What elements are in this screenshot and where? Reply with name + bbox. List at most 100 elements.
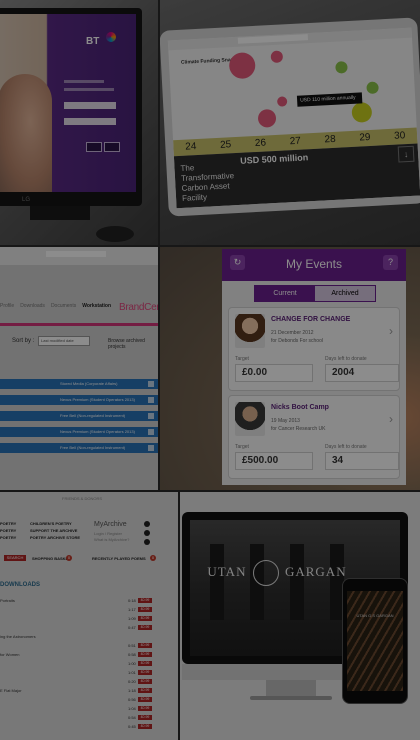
project-row[interactable]: Stored Media (Corporate Affairs)	[0, 379, 158, 389]
browse-archived-link[interactable]: Browse archived projects	[108, 338, 158, 350]
day-label[interactable]: 30	[382, 128, 418, 146]
tab-current[interactable]: Current	[255, 286, 315, 301]
tablet-screen: Climate Funding Snapshot USD 110 million…	[167, 27, 420, 209]
event-card[interactable]: Nicks Boot Camp 19 May 2013 for Cancer R…	[228, 395, 400, 479]
nav-profile[interactable]: Profile	[0, 303, 14, 309]
buy-track-button[interactable]: £0.99	[138, 598, 152, 603]
nav-column: CHILDREN'S POETRY SUPPORT THE ARCHIVE PO…	[30, 520, 80, 541]
day-label[interactable]: 25	[208, 137, 244, 155]
track-title[interactable]: ing the Astronomers	[0, 634, 36, 639]
what-is-myarchive-link[interactable]: What is MyArchive?	[94, 537, 129, 543]
data-bubble[interactable]	[351, 101, 373, 123]
sort-select[interactable]: Last modified date	[38, 336, 90, 346]
day-label[interactable]: 29	[347, 129, 383, 147]
row-label: Free Bell (Non-regulated Instrument)	[60, 445, 126, 450]
facebook-icon[interactable]	[144, 521, 150, 527]
arrow-down-icon[interactable]: ↓	[397, 145, 415, 163]
nav-downloads[interactable]: Downloads	[20, 303, 45, 309]
chevron-right-icon[interactable]: ›	[389, 324, 393, 338]
project-row[interactable]: Nexus Premium (Student Operators 2013)	[0, 395, 158, 405]
buy-track-button[interactable]: £0.99	[138, 607, 152, 612]
nav-item[interactable]: CHILDREN'S POETRY	[30, 520, 80, 527]
event-charity: for Cancer Research UK	[271, 426, 326, 432]
page-title: My Events	[285, 257, 342, 271]
data-bubble[interactable]	[257, 108, 277, 128]
url-field[interactable]	[46, 251, 106, 257]
track-title[interactable]: for Women	[0, 652, 20, 657]
myarchive-title[interactable]: MyArchive	[94, 521, 127, 528]
buy-track-button[interactable]: £0.99	[138, 688, 152, 693]
target-value: £500.00	[235, 452, 313, 470]
track-duration: 0:51	[128, 643, 136, 648]
recently-played-link[interactable]: RECENTLY PLAYED POEMS	[92, 556, 146, 561]
data-bubble[interactable]	[335, 61, 348, 74]
search-button[interactable]: SEARCH	[4, 555, 26, 561]
bt-monitor-tile: BT LG	[0, 0, 158, 245]
project-row[interactable]: Nexus Premium (Student Operators 2013)	[0, 427, 158, 437]
day-label[interactable]: 26	[243, 135, 279, 153]
project-row[interactable]: Free Bell (Non-regulated Instrument)	[0, 443, 158, 453]
nav-item[interactable]: SUPPORT THE ARCHIVE	[30, 527, 80, 534]
browser-bar	[0, 247, 158, 265]
bt-logo-icon	[106, 32, 116, 42]
event-card[interactable]: CHANGE FOR CHANGE 21 December 2012 for D…	[228, 307, 400, 391]
buy-track-button[interactable]: £0.99	[138, 643, 152, 648]
nav-item[interactable]: POETRY	[0, 534, 16, 541]
track-title[interactable]: E Flat Major	[0, 688, 22, 693]
nav-workstation[interactable]: Workstation	[82, 303, 111, 309]
buy-track-button[interactable]: £0.99	[138, 670, 152, 675]
chevron-right-icon[interactable]: ›	[389, 412, 393, 426]
brand-right: GARGAN	[284, 563, 347, 579]
username-field[interactable]	[64, 102, 116, 109]
edit-icon[interactable]	[148, 381, 154, 387]
events-phone-tile: ↻ My Events ? Current Archived CHANGE FO…	[160, 247, 420, 490]
buy-track-button[interactable]: £0.99	[138, 625, 152, 630]
day-label[interactable]: 28	[312, 131, 348, 149]
event-tabs: Current Archived	[254, 285, 376, 302]
password-field[interactable]	[64, 118, 116, 125]
avatar	[235, 402, 265, 436]
edit-icon[interactable]	[148, 397, 154, 403]
nav-item[interactable]: POETRY	[0, 520, 16, 527]
project-row[interactable]: Free Bell (Non-regulated Instrument)	[0, 411, 158, 421]
tab-archived[interactable]: Archived	[315, 286, 375, 301]
downloads-heading: DOWNLOADS	[0, 582, 40, 588]
row-label: Stored Media (Corporate Affairs)	[60, 381, 118, 386]
twitter-icon[interactable]	[144, 530, 150, 536]
track-duration: 1:18	[128, 688, 136, 693]
register-button[interactable]	[104, 142, 120, 152]
login-button[interactable]	[86, 142, 102, 152]
brand-seal	[252, 560, 279, 586]
buy-track-button[interactable]: £0.99	[138, 706, 152, 711]
buy-track-button[interactable]: £0.99	[138, 715, 152, 720]
friends-donors-link[interactable]: FRIENDS & DONORS	[62, 496, 102, 501]
nav-item[interactable]: POETRY ARCHIVE STORE	[30, 534, 80, 541]
buy-track-button[interactable]: £0.99	[138, 679, 152, 684]
buy-track-button[interactable]: £0.99	[138, 652, 152, 657]
day-label[interactable]: 27	[277, 133, 313, 151]
data-bubble[interactable]	[270, 50, 284, 64]
edit-icon[interactable]	[148, 413, 154, 419]
buy-track-button[interactable]: £0.99	[138, 724, 152, 729]
track-duration: 1:01	[128, 670, 136, 675]
nav-item[interactable]: POETRY	[0, 527, 16, 534]
url-field[interactable]	[237, 34, 308, 44]
target-value: £0.00	[235, 364, 313, 382]
youtube-icon[interactable]	[144, 539, 150, 545]
shopping-basket-link[interactable]: SHOPPING BASKET	[32, 556, 71, 561]
data-bubble[interactable]	[228, 51, 256, 80]
nav-documents[interactable]: Documents	[51, 303, 76, 309]
edit-icon[interactable]	[148, 445, 154, 451]
buy-track-button[interactable]: £0.99	[138, 661, 152, 666]
help-icon[interactable]: ?	[383, 255, 398, 270]
phone-screen: ↻ My Events ? Current Archived CHANGE FO…	[222, 249, 406, 485]
day-label[interactable]: 24	[173, 138, 209, 156]
data-bubble[interactable]	[276, 96, 288, 107]
edit-icon[interactable]	[148, 429, 154, 435]
row-label: Nexus Premium (Student Operators 2013)	[60, 429, 135, 434]
buy-track-button[interactable]: £0.99	[138, 697, 152, 702]
data-bubble[interactable]	[366, 81, 379, 95]
text-line	[64, 80, 104, 83]
track-title[interactable]: Portraits	[0, 598, 15, 603]
buy-track-button[interactable]: £0.99	[138, 616, 152, 621]
